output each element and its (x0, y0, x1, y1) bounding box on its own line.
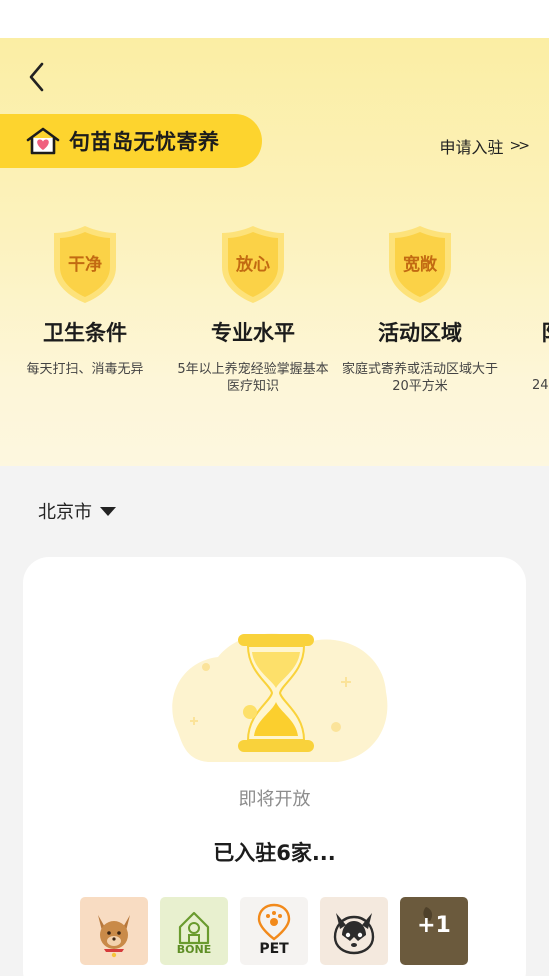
shop-card: 即将开放 已入驻6家... BONE PET +1 (23, 557, 526, 976)
brand-pill: 句苗岛无忧寄养 (0, 114, 262, 168)
shield-text: 放心 (236, 255, 270, 275)
caret-down-icon (100, 506, 116, 516)
feature-desc: 每天打扫、消毒无异 (26, 362, 144, 377)
apply-label: 申请入驻 (439, 138, 504, 157)
feature-desc: 5年以上养宠经验掌握基本医疗知识 (177, 362, 329, 394)
hourglass-icon (172, 633, 388, 762)
joined-count: 已入驻6家... (213, 841, 336, 865)
partner-logos: BONE PET +1 (80, 897, 468, 965)
partner-logo[interactable]: PET (240, 897, 308, 965)
partner-logo[interactable] (320, 897, 388, 965)
partner-logo-more[interactable]: +1 (400, 897, 468, 965)
shield-badge: 宽敞 (385, 223, 455, 305)
back-button[interactable] (22, 60, 54, 94)
hourglass-illustration (158, 622, 398, 772)
feature-desc: 24 (532, 378, 549, 393)
partner-logo[interactable]: BONE (160, 897, 228, 965)
logo-label: BONE (176, 943, 212, 956)
feature-title: 卫生条件 (43, 321, 127, 345)
chevron-left-icon (29, 62, 44, 92)
double-chevron-right-icon: >> (509, 138, 531, 154)
city-selector[interactable]: 北京市 (38, 498, 116, 524)
logo-label: PET (259, 941, 289, 957)
feature-title: 阝 (505, 317, 549, 347)
shield-badge: 干净 (50, 223, 120, 305)
status-text: 即将开放 (238, 789, 311, 810)
dog-icon (80, 897, 148, 965)
shield-text: 干净 (68, 255, 102, 275)
status-bar (0, 0, 549, 38)
feature-space: 宽敞 活动区域 家庭式寄养或活动区域大于20平方米 (335, 223, 505, 395)
feature-hygiene: 干净 卫生条件 每天打扫、消毒无异 (0, 223, 170, 378)
feature-partial: 阝 24 (505, 223, 549, 394)
more-count: +1 (417, 913, 451, 938)
city-label: 北京市 (38, 502, 92, 523)
feature-list: 干净 卫生条件 每天打扫、消毒无异 放心 专业水平 5年以上养宠经验掌握基本医疗… (0, 223, 549, 413)
feature-title: 专业水平 (211, 321, 295, 345)
shield-badge: 放心 (218, 223, 288, 305)
apply-join-link[interactable]: 申请入驻 >> (439, 134, 531, 158)
heart-house-icon (26, 127, 60, 155)
brand-title: 句苗岛无忧寄养 (69, 130, 220, 154)
shield-text: 宽敞 (403, 255, 437, 275)
partner-logo[interactable] (80, 897, 148, 965)
husky-icon (320, 897, 388, 965)
feature-expertise: 放心 专业水平 5年以上养宠经验掌握基本医疗知识 (168, 223, 338, 395)
feature-title: 活动区域 (378, 321, 462, 345)
hero-banner: 句苗岛无忧寄养 申请入驻 >> 干净 卫生条件 每天打扫、消毒无异 放心 专业水… (0, 38, 549, 466)
feature-desc: 家庭式寄养或活动区域大于20平方米 (341, 362, 498, 394)
